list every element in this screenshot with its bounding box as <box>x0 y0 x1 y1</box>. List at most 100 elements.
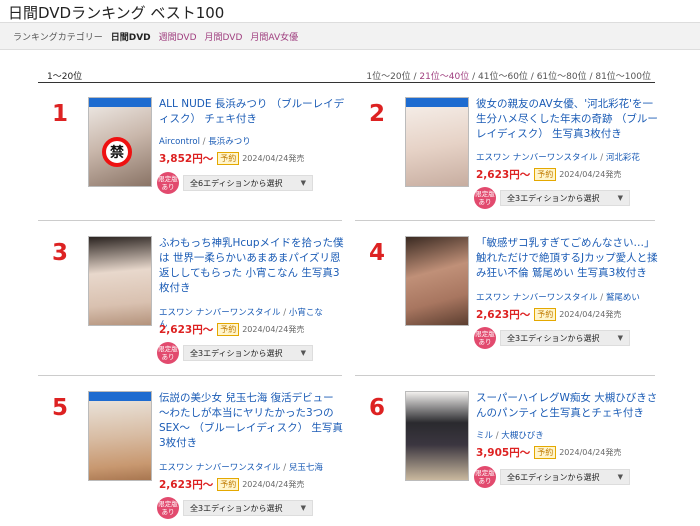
edition-row: 限定版あり 全6エディションから選択 ▼ <box>474 466 630 488</box>
pager-link-81-100[interactable]: 81位〜100位 <box>595 72 651 82</box>
actress-link[interactable]: 大槻ひびき <box>501 431 544 441</box>
pager-separator: / <box>469 72 479 82</box>
maker-link[interactable]: Aircontrol <box>159 137 200 147</box>
reservation-badge: 予約 <box>217 323 240 336</box>
maker-link[interactable]: エスワン ナンバーワンスタイル <box>476 293 598 303</box>
edition-select-label: 全6エディションから選択 <box>507 472 600 482</box>
edition-select-label: 全3エディションから選択 <box>190 348 283 358</box>
release-date: 2024/04/24発売 <box>242 480 305 489</box>
maker-line: Aircontrol / 長浜みつり <box>159 137 251 147</box>
price: 3,852円〜 <box>159 153 214 165</box>
product-title-link[interactable]: 彼女の親友のAV女優、'河北彩花'を一生分ハメ尽くした年末の奇跡 （ブルーレイデ… <box>476 97 662 142</box>
category-weekly-dvd[interactable]: 週間DVD <box>159 30 197 43</box>
row-divider <box>38 375 342 376</box>
chevron-down-icon: ▼ <box>300 179 306 187</box>
price: 2,623円〜 <box>159 479 214 491</box>
release-date: 2024/04/24発売 <box>242 325 305 334</box>
price-row: 2,623円〜 予約 2024/04/24発売 <box>159 322 304 337</box>
pager-link-21-40[interactable]: 21位〜40位 <box>419 72 469 82</box>
product-cover-image[interactable] <box>88 236 152 326</box>
release-date: 2024/04/24発売 <box>559 310 622 319</box>
pager-separator: / <box>527 72 537 82</box>
actress-link[interactable]: 長浜みつり <box>208 137 251 147</box>
maker-link[interactable]: エスワン ナンバーワンスタイル <box>159 308 281 318</box>
price: 3,905円〜 <box>476 447 531 459</box>
product-cover-image[interactable] <box>405 391 469 481</box>
category-bar: ランキングカテゴリー 日間DVD 週間DVD 月間DVD 月間AV女優 <box>0 22 700 50</box>
actress-link[interactable]: 鷲尾めい <box>606 293 640 303</box>
product-title-link[interactable]: スーパーハイレグW痴女 大槻ひびきさんのパンティと生写真とチェキ付き <box>476 391 662 421</box>
edition-select-label: 全3エディションから選択 <box>190 503 283 513</box>
product-title-link[interactable]: 伝説の美少女 兒玉七海 復活デビュー 〜わたしが本当にヤリたかった3つのSEX〜… <box>159 391 345 451</box>
product-title-link[interactable]: 「敏感ザコ乳すぎてごめんなさい…」触れただけで絶頂するJカップ愛人と揉み狂い不倫… <box>476 236 662 281</box>
edition-select[interactable]: 全3エディションから選択 ▼ <box>183 500 313 516</box>
pager-link-61-80[interactable]: 61位〜80位 <box>537 72 587 82</box>
limited-edition-badge: 限定版あり <box>157 172 179 194</box>
product-cover-image[interactable] <box>405 236 469 326</box>
page-title: 日間DVDランキング ベスト100 <box>8 4 225 22</box>
chevron-down-icon: ▼ <box>300 349 306 357</box>
limited-edition-badge: 限定版あり <box>474 466 496 488</box>
pager: 1位〜20位 / 21位〜40位 / 41位〜60位 / 61位〜80位 / 8… <box>366 69 651 82</box>
rank-number: 6 <box>368 395 385 421</box>
price: 2,623円〜 <box>476 309 531 321</box>
edition-row: 限定版あり 全3エディションから選択 ▼ <box>474 327 630 349</box>
rank-number: 4 <box>368 240 385 266</box>
rank-number: 3 <box>51 240 68 266</box>
ranking-item: 3 ふわもっち神乳Hcupメイドを拾った僕は 世界一柔らかいあまあまパイズリ恩返… <box>40 236 344 364</box>
release-date: 2024/04/24発売 <box>559 170 622 179</box>
header-rule <box>38 82 655 83</box>
limited-edition-badge: 限定版あり <box>157 342 179 364</box>
reservation-badge: 予約 <box>534 446 557 459</box>
product-title-link[interactable]: ふわもっち神乳Hcupメイドを拾った僕は 世界一柔らかいあまあまパイズリ恩返しし… <box>159 236 345 296</box>
edition-row: 限定版あり 全6エディションから選択 ▼ <box>157 172 313 194</box>
price-row: 2,623円〜 予約 2024/04/24発売 <box>159 477 304 492</box>
rank-number: 2 <box>368 101 385 127</box>
maker-line: エスワン ナンバーワンスタイル / 鷲尾めい <box>476 293 640 303</box>
product-title-link[interactable]: ALL NUDE 長浜みつり （ブルーレイディスク） チェキ付き <box>159 97 345 127</box>
reservation-badge: 予約 <box>217 152 240 165</box>
actress-link[interactable]: 河北彩花 <box>606 153 640 163</box>
edition-select[interactable]: 全3エディションから選択 ▼ <box>500 330 630 346</box>
category-monthly-dvd[interactable]: 月間DVD <box>205 30 243 43</box>
edition-select[interactable]: 全3エディションから選択 ▼ <box>500 190 630 206</box>
actress-link[interactable]: 兒玉七海 <box>289 463 323 473</box>
bluray-band <box>89 98 151 107</box>
censored-icon: 禁 <box>102 137 132 167</box>
edition-select-label: 全3エディションから選択 <box>507 193 600 203</box>
edition-select-label: 全6エディションから選択 <box>190 178 283 188</box>
reservation-badge: 予約 <box>217 478 240 491</box>
ranking-item: 1 禁 ALL NUDE 長浜みつり （ブルーレイディスク） チェキ付き Air… <box>40 97 344 217</box>
maker-line: エスワン ナンバーワンスタイル / 河北彩花 <box>476 153 640 163</box>
category-daily-dvd[interactable]: 日間DVD <box>111 30 151 43</box>
chevron-down-icon: ▼ <box>617 334 623 342</box>
price-row: 2,623円〜 予約 2024/04/24発売 <box>476 307 621 322</box>
current-range: 1〜20位 <box>47 72 83 82</box>
edition-select[interactable]: 全6エディションから選択 ▼ <box>500 469 630 485</box>
edition-row: 限定版あり 全3エディションから選択 ▼ <box>474 187 630 209</box>
price-row: 3,905円〜 予約 2024/04/24発売 <box>476 445 621 460</box>
maker-link[interactable]: エスワン ナンバーワンスタイル <box>476 153 598 163</box>
limited-edition-badge: 限定版あり <box>474 187 496 209</box>
row-divider <box>355 375 655 376</box>
edition-select[interactable]: 全6エディションから選択 ▼ <box>183 175 313 191</box>
release-date: 2024/04/24発売 <box>559 448 622 457</box>
price-row: 3,852円〜 予約 2024/04/24発売 <box>159 151 304 166</box>
limited-edition-badge: 限定版あり <box>157 497 179 519</box>
maker-line: エスワン ナンバーワンスタイル / 兒玉七海 <box>159 463 323 473</box>
price-row: 2,623円〜 予約 2024/04/24発売 <box>476 167 621 182</box>
price: 2,623円〜 <box>159 324 214 336</box>
product-cover-image[interactable]: 禁 <box>88 97 152 187</box>
edition-select[interactable]: 全3エディションから選択 ▼ <box>183 345 313 361</box>
ranking-item: 5 伝説の美少女 兒玉七海 復活デビュー 〜わたしが本当にヤリたかった3つのSE… <box>40 391 343 519</box>
maker-link[interactable]: エスワン ナンバーワンスタイル <box>159 463 281 473</box>
product-cover-image[interactable] <box>405 97 469 187</box>
product-cover-image[interactable] <box>88 391 152 481</box>
chevron-down-icon: ▼ <box>617 473 623 481</box>
pager-link-1-20[interactable]: 1位〜20位 <box>366 72 410 82</box>
release-date: 2024/04/24発売 <box>242 154 305 163</box>
ranking-item: 4 「敏感ザコ乳すぎてごめんなさい…」触れただけで絶頂するJカップ愛人と揉み狂い… <box>357 236 658 356</box>
category-monthly-actress[interactable]: 月間AV女優 <box>250 30 298 43</box>
pager-link-41-60[interactable]: 41位〜60位 <box>478 72 528 82</box>
maker-link[interactable]: ミル <box>476 431 493 441</box>
